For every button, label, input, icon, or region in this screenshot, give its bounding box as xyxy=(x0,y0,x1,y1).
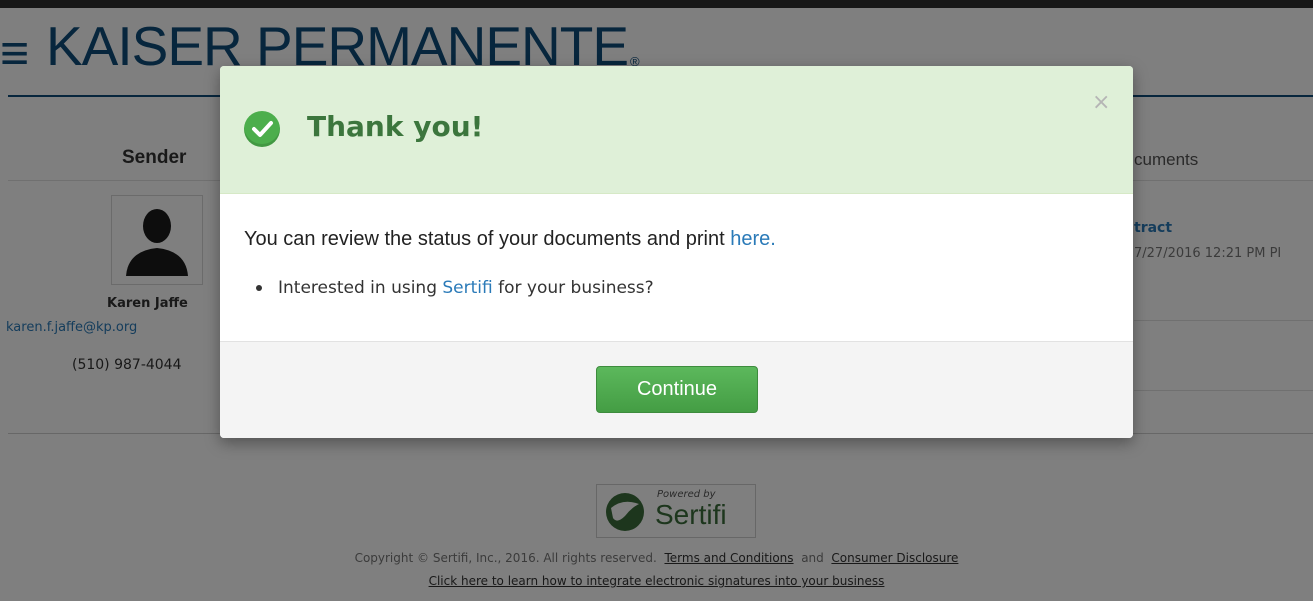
modal-header: Thank you! × xyxy=(220,66,1133,194)
sertifi-link[interactable]: Sertifi xyxy=(442,278,492,298)
thank-you-modal: Thank you! × You can review the status o… xyxy=(220,66,1133,438)
bullet-icon xyxy=(256,285,262,291)
checkmark-icon xyxy=(252,121,273,137)
review-text-prefix: You can review the status of your docume… xyxy=(244,228,731,250)
bullet-prefix: Interested in using xyxy=(278,278,443,298)
modal-title: Thank you! xyxy=(307,110,484,143)
bullet-item: Interested in using Sertifi for your bus… xyxy=(256,278,654,298)
check-circle-icon xyxy=(244,111,280,147)
print-here-link[interactable]: here. xyxy=(730,228,776,250)
close-icon[interactable]: × xyxy=(1092,90,1110,115)
modal-body: You can review the status of your docume… xyxy=(220,194,1133,340)
continue-button[interactable]: Continue xyxy=(596,366,758,413)
review-status-text: You can review the status of your docume… xyxy=(244,228,776,251)
bullet-suffix: for your business? xyxy=(492,278,654,298)
modal-footer: Continue xyxy=(220,341,1133,438)
